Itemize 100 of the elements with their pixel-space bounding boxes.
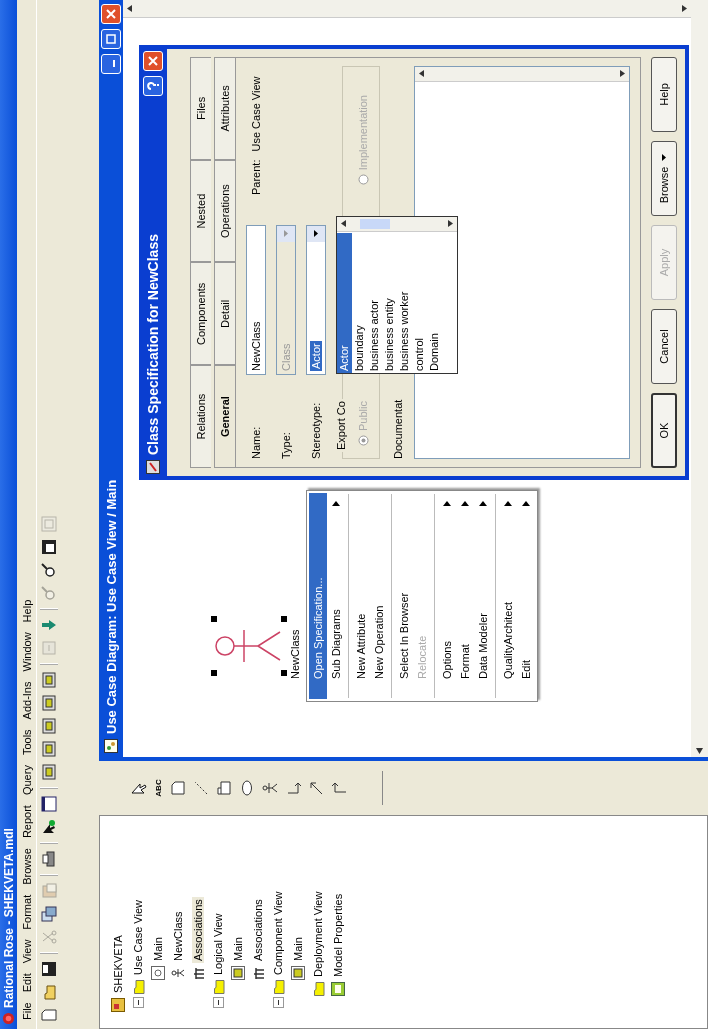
line-icon[interactable] [285,780,301,796]
magnifier-icon[interactable] [41,562,57,578]
note-icon[interactable] [170,780,186,796]
horizontal-scrollbar[interactable] [691,0,708,757]
oval-icon[interactable] [239,780,255,796]
menu-item[interactable]: Options [438,493,456,699]
tree-item[interactable]: Main [152,935,164,963]
actor-icon[interactable] [262,780,278,796]
minimize-button[interactable] [101,54,121,74]
menu-item[interactable]: Window [20,627,33,677]
menu-item[interactable]: Add-Ins [20,676,33,725]
diagram-icon[interactable] [41,695,57,711]
list-option[interactable]: control [412,233,427,373]
dialog-title: Class Specification for NewClass [145,234,161,455]
tree-item[interactable]: Main [292,935,304,963]
dialog-button[interactable]: Help [651,57,677,132]
menu-item[interactable]: QualityArchitect [499,493,517,699]
tab[interactable]: Relations [190,365,211,468]
menu-item[interactable]: Tools [20,724,33,761]
dashed-line-icon[interactable] [193,780,209,796]
tree-item[interactable]: Main [232,935,244,963]
radio-icon [357,174,369,186]
tab[interactable]: Attributes [214,57,235,160]
scrollbar[interactable] [337,217,457,232]
folder-icon [131,980,145,994]
tab[interactable]: Detail [214,262,235,366]
menu-item[interactable]: File [20,997,33,1025]
close-button[interactable] [143,51,163,71]
menu-item[interactable]: Edit [517,493,535,699]
list-option[interactable]: Actor [337,233,352,373]
list-option[interactable]: business actor [367,233,382,373]
menu-item[interactable]: Select In Browser [395,493,413,699]
window-icon[interactable] [41,796,57,812]
arrow-icon[interactable] [308,780,324,796]
menu-item[interactable]: New Attribute [352,493,370,699]
tree-item[interactable]: Component View [272,889,284,977]
list-option[interactable]: business worker [397,233,412,373]
list-option[interactable]: Domain [427,233,442,373]
tree-item[interactable]: Use Case View [132,898,144,977]
bent-arrow-icon[interactable] [331,780,347,796]
printer-icon[interactable] [41,851,57,867]
help-button[interactable] [143,76,163,96]
dialog-button[interactable]: OK [651,393,677,468]
fit-window-icon[interactable] [41,539,57,555]
tree-item[interactable]: SHEKVETA [112,933,124,995]
scroll-thumb[interactable] [360,219,390,229]
diagram-icon[interactable] [41,741,57,757]
field-label: Stereotype: [310,401,322,459]
close-button[interactable] [101,4,121,24]
tree-item[interactable]: Associations [252,897,264,963]
tab[interactable]: Nested [190,159,211,263]
close-icon [106,9,116,19]
tree-item[interactable]: Deployment View [312,889,324,979]
tree-item[interactable]: Logical View [212,911,224,977]
scrollbar[interactable] [415,67,629,82]
documentation-field[interactable] [414,66,630,459]
menu-item[interactable]: Sub Diagrams [327,493,345,699]
stereotype-dropdown[interactable]: Actor [306,225,326,375]
copy-icon[interactable] [41,906,57,922]
blank-page-icon[interactable] [41,1007,57,1023]
folder-icon[interactable] [41,984,57,1000]
vertical-scrollbar[interactable] [123,0,691,18]
collapse-button[interactable] [132,997,144,1008]
menu-item[interactable]: View [20,934,33,969]
name-field[interactable]: NewClass [246,225,266,375]
diagram-icon[interactable] [41,718,57,734]
collapse-button[interactable] [212,997,224,1008]
menu-item[interactable]: New Operation [370,493,388,699]
actor-figure[interactable] [211,616,287,676]
diagram-icon[interactable] [41,672,57,688]
tab[interactable]: Components [190,262,211,366]
diagram-icon[interactable] [41,764,57,780]
menu-item[interactable]: Data Modeler [474,493,492,699]
tree-item[interactable]: NewClass [172,909,184,963]
collapse-button[interactable] [272,997,284,1008]
actor-label: NewClass [289,629,301,679]
menu-item[interactable]: Open Specification... [309,493,327,699]
menu-item[interactable]: Format [20,889,33,935]
menu-item[interactable]: Help [20,594,33,628]
package-icon[interactable] [216,780,232,796]
tab[interactable]: Operations [214,159,235,263]
dialog-button[interactable]: Cancel [651,309,677,384]
maximize-button[interactable] [101,29,121,49]
menu-item[interactable]: Browse [20,843,33,890]
list-option[interactable]: business entity [382,233,397,373]
menu-item[interactable]: Report [20,800,33,844]
actor-icon [171,966,185,980]
tab[interactable]: General [214,365,235,468]
text-tool[interactable]: ABC [154,779,163,797]
tab[interactable]: Files [190,57,211,160]
dialog-button[interactable]: Browse [651,141,677,216]
group-label: Export Co [335,399,347,452]
menu-item[interactable]: Query [20,760,33,801]
question-mark-icon [147,81,159,91]
tree-item[interactable]: Model Properties [332,891,344,979]
list-option[interactable]: boundary [352,233,367,373]
menu-item[interactable]: Format [456,493,474,699]
pointer-question-icon[interactable] [41,819,57,835]
tree-item[interactable]: Associations [192,897,204,963]
menu-item[interactable]: Edit [20,968,33,998]
